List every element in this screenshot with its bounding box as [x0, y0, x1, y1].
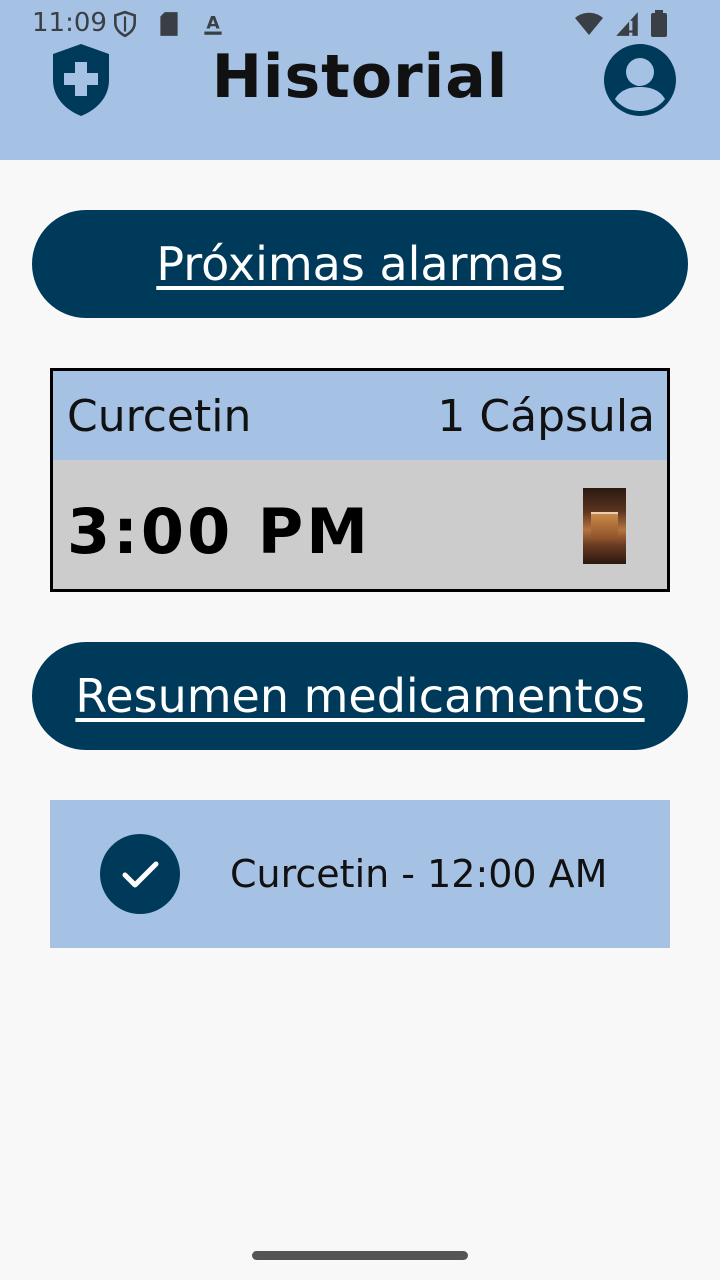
alarm-dose: 1 Cápsula — [437, 391, 655, 442]
signal-icon — [616, 12, 638, 36]
medication-bottle-label — [591, 512, 618, 540]
summary-list-item[interactable]: Curcetin - 12:00 AM — [50, 800, 670, 948]
shield-status-icon — [114, 10, 136, 38]
wifi-icon — [575, 12, 603, 35]
summary-item-text: Curcetin - 12:00 AM — [230, 852, 608, 896]
check-icon — [100, 834, 180, 914]
alarm-card[interactable]: Curcetin 1 Cápsula 3:00 PM — [50, 368, 670, 592]
sd-card-icon — [160, 12, 178, 36]
alarm-time: 3:00 PM — [67, 495, 371, 568]
status-bar: 11:09 A — [0, 0, 720, 48]
keyboard-a-icon: A — [204, 13, 222, 35]
alarm-card-header: Curcetin 1 Cápsula — [53, 371, 667, 460]
home-indicator[interactable] — [252, 1251, 468, 1260]
alarm-medication-name: Curcetin — [67, 391, 252, 442]
upcoming-alarms-button[interactable]: Próximas alarmas — [32, 210, 688, 318]
status-time: 11:09 — [32, 8, 107, 38]
medication-photo — [583, 488, 626, 564]
battery-icon — [651, 10, 667, 37]
app-header: 11:09 A Historial — [0, 0, 720, 160]
medication-summary-button[interactable]: Resumen medicamentos — [32, 642, 688, 750]
account-icon[interactable] — [603, 43, 677, 117]
svg-text:A: A — [206, 13, 220, 33]
